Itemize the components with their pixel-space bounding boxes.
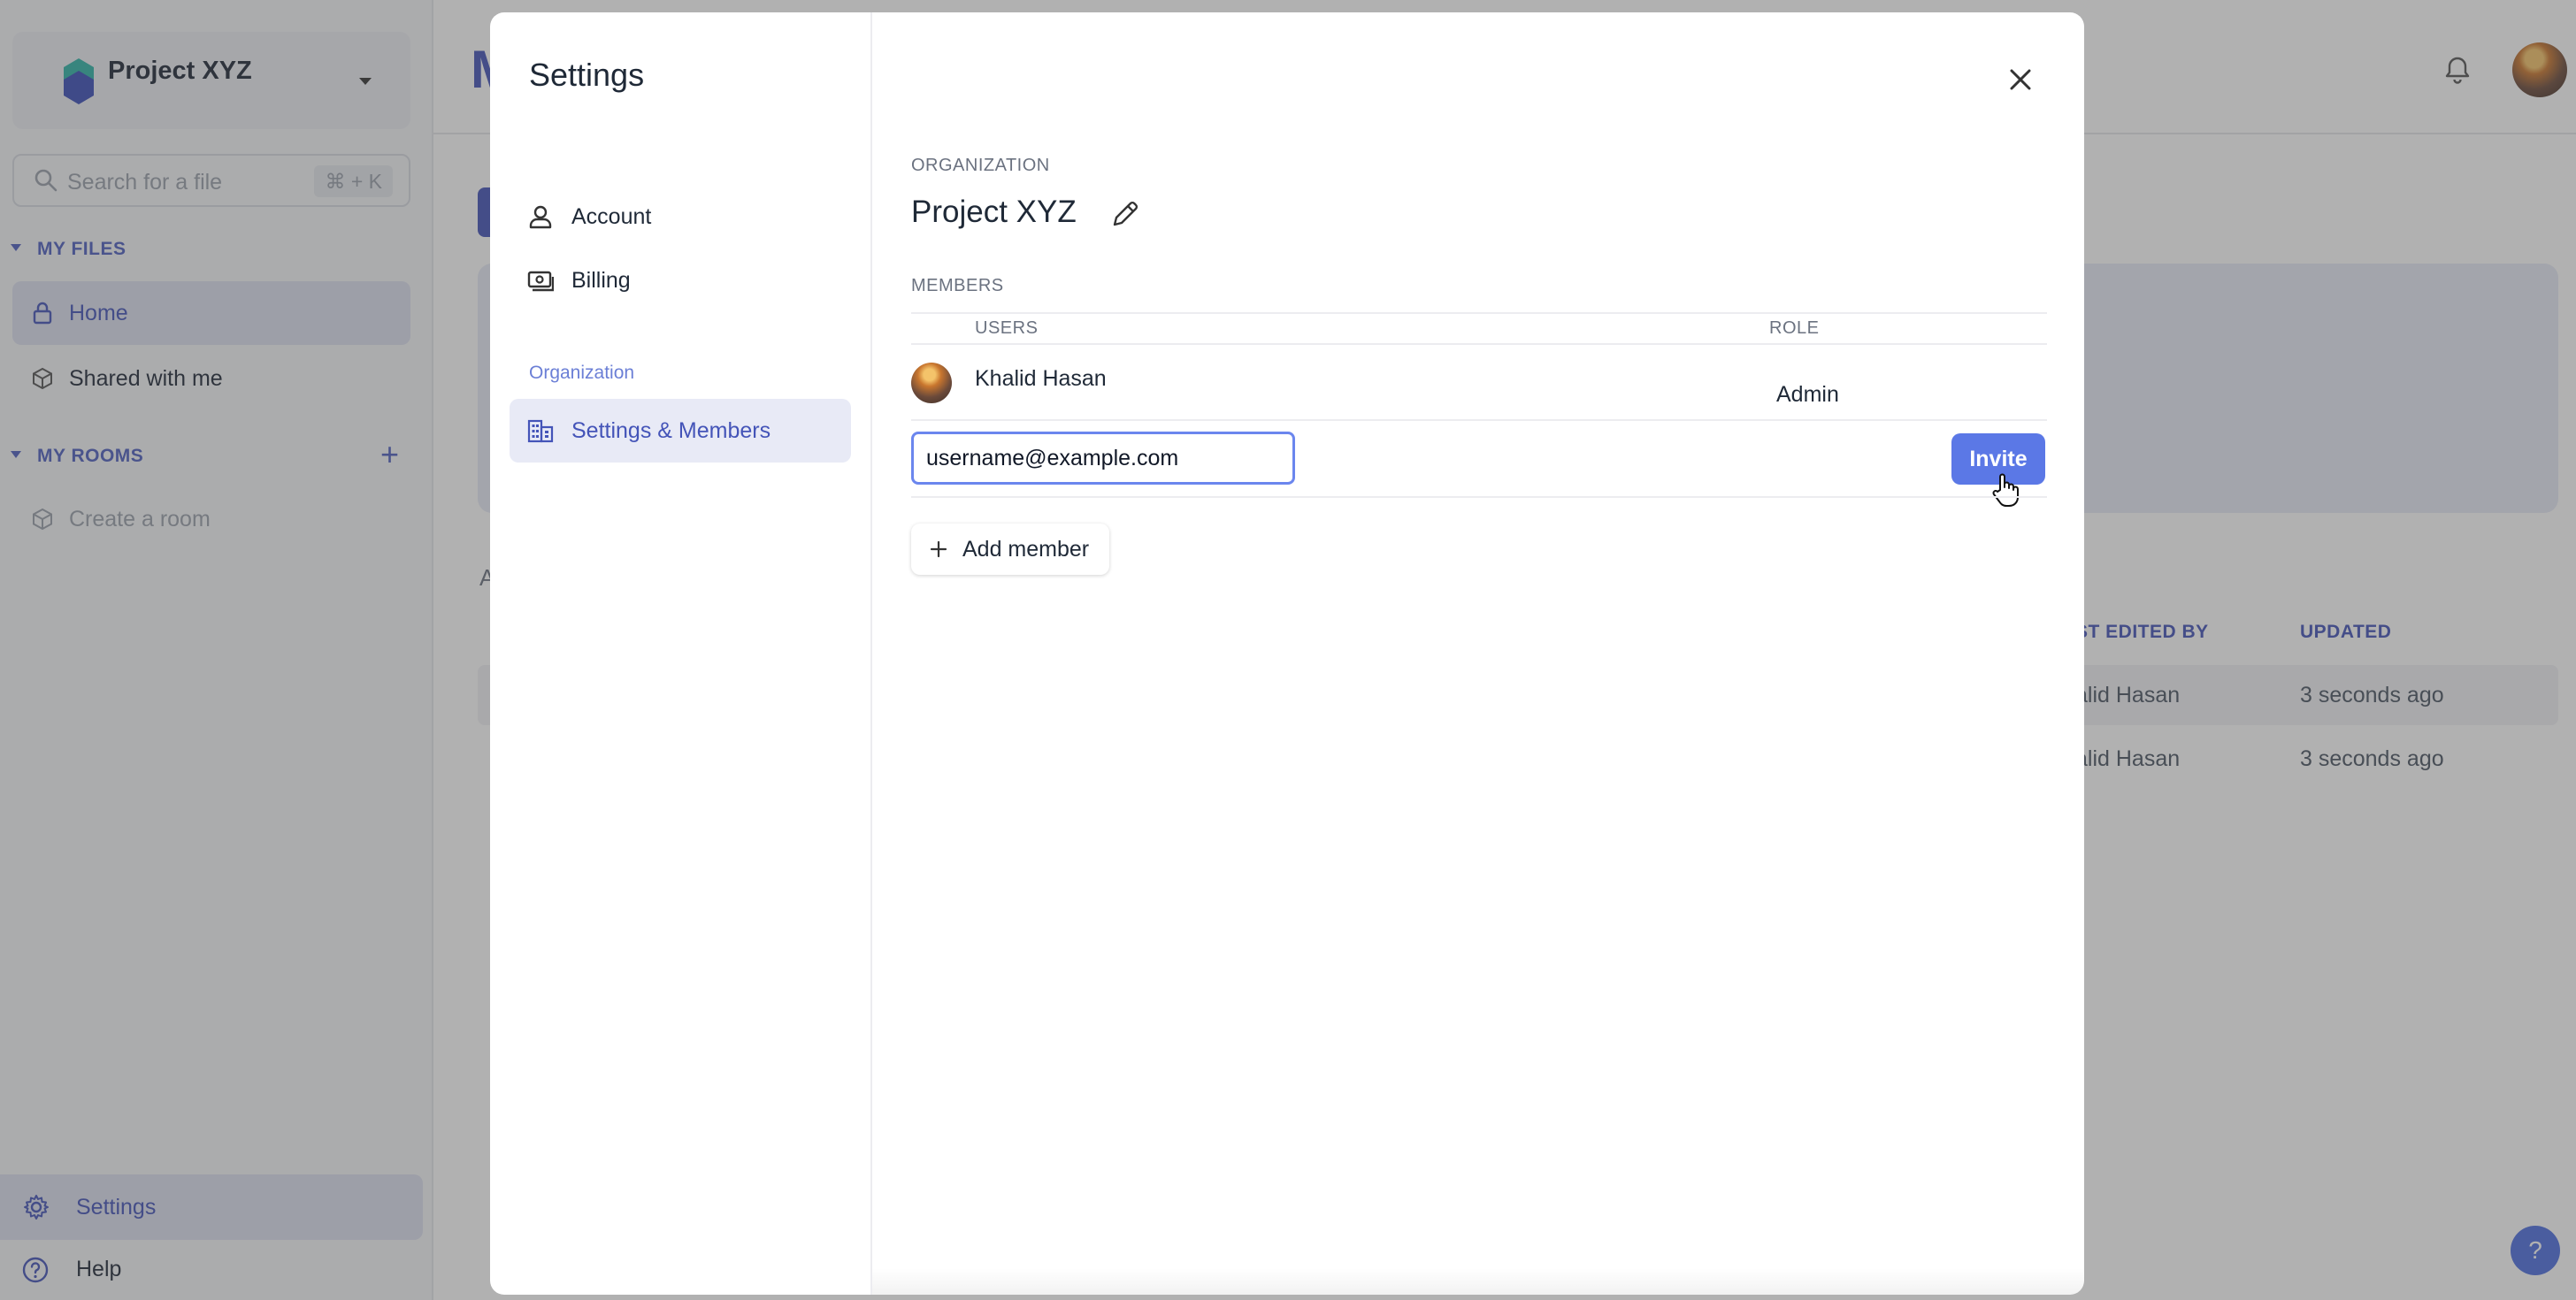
menu-item-label: Billing (571, 267, 631, 293)
menu-item-label: Account (571, 203, 652, 229)
divider (911, 496, 2047, 498)
organization-name: Project XYZ (911, 195, 1077, 229)
settings-menu-account[interactable]: Account (510, 185, 851, 249)
settings-modal: Settings Account Billing Organization Se… (490, 12, 2084, 1295)
pencil-icon[interactable] (1109, 198, 1141, 230)
user-icon (529, 205, 552, 229)
settings-menu-billing[interactable]: Billing (510, 249, 851, 312)
column-header-users: USERS (975, 318, 1039, 338)
divider (911, 312, 2047, 314)
members-label: MEMBERS (911, 276, 1004, 295)
hand-pointer-icon (1992, 473, 2019, 507)
invite-email-input[interactable] (911, 432, 1295, 485)
add-member-button[interactable]: Add member (911, 524, 1109, 575)
member-name: Khalid Hasan (975, 366, 1107, 391)
avatar (911, 363, 952, 403)
close-icon[interactable] (2003, 62, 2038, 97)
menu-item-label: Settings & Members (571, 417, 771, 443)
settings-menu-settings-members[interactable]: Settings & Members (510, 399, 851, 463)
plus-icon (930, 540, 947, 558)
modal-title: Settings (529, 57, 645, 93)
divider (911, 419, 2047, 421)
scroll-shadow (872, 1268, 2084, 1295)
building-icon (527, 419, 554, 443)
settings-menu: Settings Account Billing Organization Se… (490, 12, 872, 1295)
settings-menu-group-label: Organization (529, 363, 635, 383)
member-role[interactable]: Admin (1776, 382, 1839, 408)
divider (911, 343, 2047, 345)
column-header-role: ROLE (1769, 318, 1820, 338)
money-icon (527, 271, 554, 292)
add-member-label: Add member (962, 536, 1090, 562)
organization-label: ORGANIZATION (911, 156, 1050, 175)
